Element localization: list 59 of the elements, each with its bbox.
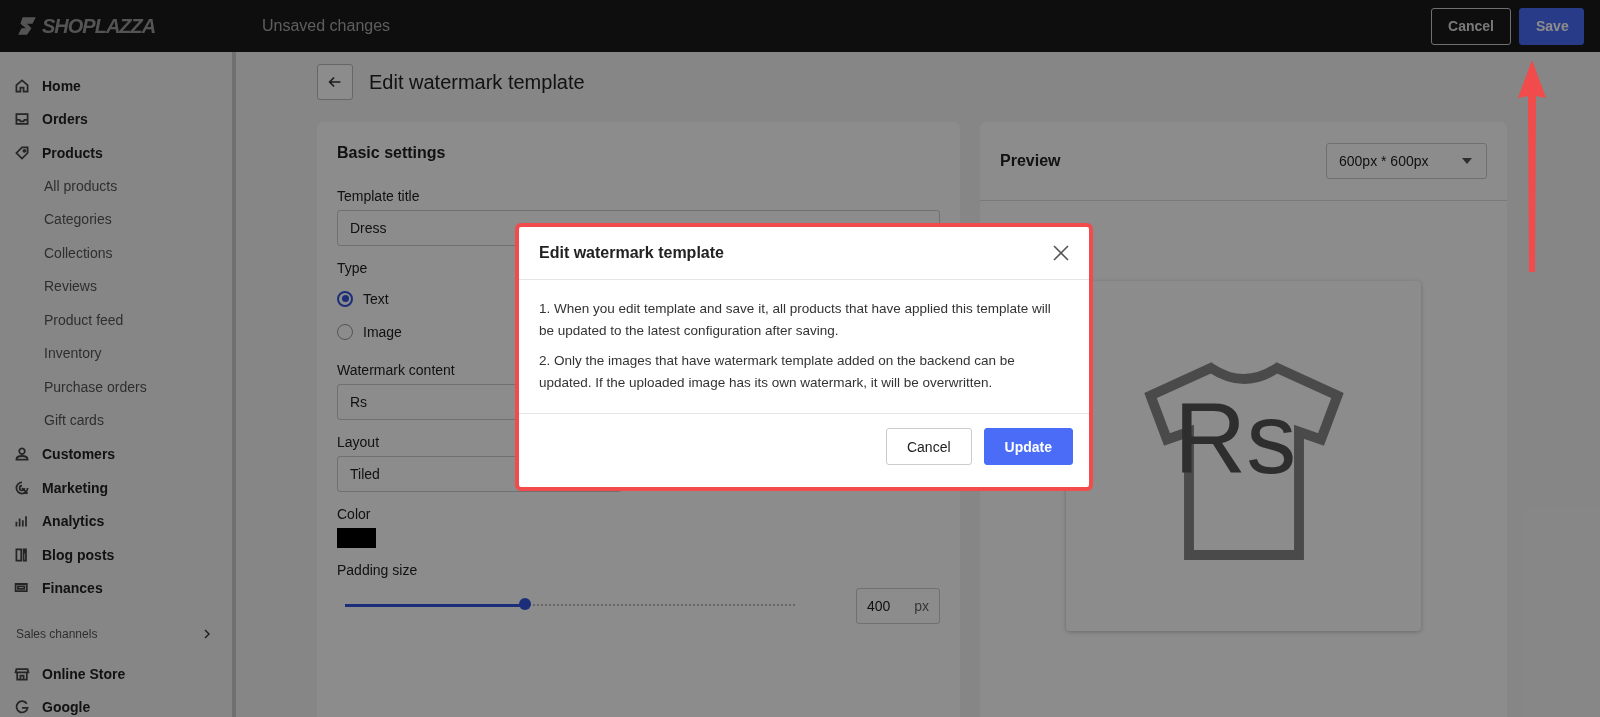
nav-subitem[interactable]: Purchase orders bbox=[0, 370, 232, 404]
nav-subitem[interactable]: Reviews bbox=[0, 270, 232, 304]
watermark-text: Rs bbox=[1174, 381, 1297, 496]
cancel-button[interactable]: Cancel bbox=[885, 428, 972, 465]
nav-icon bbox=[14, 699, 30, 716]
chevron-right-icon[interactable] bbox=[202, 629, 212, 639]
dialog-paragraph: 2. Only the images that have watermark template added on the backend can be updated. If the uploaded image has its own watermark, it will be overwritten. bbox=[539, 352, 1016, 392]
radio-label: Image bbox=[363, 323, 402, 340]
card-title: Basic settings bbox=[337, 144, 447, 162]
field-label: Padding size bbox=[337, 562, 418, 578]
nav-subitem[interactable]: Inventory bbox=[0, 337, 232, 371]
section-heading: Sales channels bbox=[16, 627, 98, 641]
nav-subitem[interactable]: Gift cards bbox=[0, 404, 232, 438]
nav-subitem[interactable]: Collections bbox=[0, 236, 232, 270]
color-swatch[interactable] bbox=[337, 528, 376, 548]
logo-icon bbox=[16, 15, 38, 37]
nav-subitem[interactable]: Product feed bbox=[0, 303, 232, 337]
nav-item[interactable]: Google bbox=[0, 690, 232, 717]
field-label: Color bbox=[337, 506, 371, 522]
nav-icon bbox=[14, 446, 30, 463]
nav-item[interactable]: Blog posts bbox=[0, 538, 232, 572]
field-label: Layout bbox=[337, 434, 380, 450]
nav-item[interactable]: Online Store bbox=[0, 657, 232, 691]
dialog-paragraph: 1. When you edit template and save it, all products that have applied this template will be updated to the latest configuration after saving. bbox=[539, 300, 1052, 340]
field-label: Type bbox=[337, 260, 368, 276]
radio-label: Text bbox=[363, 290, 389, 307]
save-button[interactable]: Save bbox=[1519, 7, 1584, 45]
nav-icon bbox=[14, 665, 30, 682]
nav-icon bbox=[14, 144, 30, 161]
dialog-title: Edit watermark template bbox=[539, 244, 724, 262]
nav-item[interactable]: Customers bbox=[0, 437, 232, 471]
nav-icon bbox=[14, 513, 30, 530]
nav-subitem[interactable]: All products bbox=[0, 169, 232, 203]
cancel-button[interactable]: Cancel bbox=[1431, 7, 1511, 45]
nav-item[interactable]: Marketing bbox=[0, 471, 232, 505]
nav-item[interactable]: Products bbox=[0, 136, 232, 170]
update-button[interactable]: Update bbox=[983, 428, 1073, 465]
nav-item[interactable]: Finances bbox=[0, 571, 232, 605]
nav-icon bbox=[14, 77, 30, 94]
field-label: Watermark content bbox=[337, 362, 455, 378]
nav-icon bbox=[14, 111, 30, 128]
nav-item[interactable]: Analytics bbox=[0, 504, 232, 538]
size-dropdown[interactable]: 600px * 600px bbox=[1326, 143, 1487, 179]
nav-icon bbox=[14, 546, 30, 563]
caret-icon bbox=[1462, 158, 1472, 164]
page-title: Edit watermark template bbox=[369, 70, 585, 94]
back-button[interactable] bbox=[317, 64, 353, 100]
field-label: Template title bbox=[337, 188, 420, 204]
nav-item[interactable]: Orders bbox=[0, 102, 232, 136]
card-title: Preview bbox=[1000, 152, 1061, 170]
logo-text: SHOPLAZZA bbox=[42, 14, 156, 38]
slider-thumb[interactable] bbox=[519, 598, 531, 610]
radio-button[interactable] bbox=[337, 290, 353, 307]
unsaved-status: Unsaved changes bbox=[262, 17, 392, 35]
nav-item[interactable]: Home bbox=[0, 69, 232, 103]
close-icon[interactable] bbox=[1053, 245, 1069, 261]
padding-field[interactable]: 400 px bbox=[856, 588, 940, 624]
nav-icon bbox=[14, 479, 30, 496]
nav-subitem[interactable]: Categories bbox=[0, 203, 232, 237]
